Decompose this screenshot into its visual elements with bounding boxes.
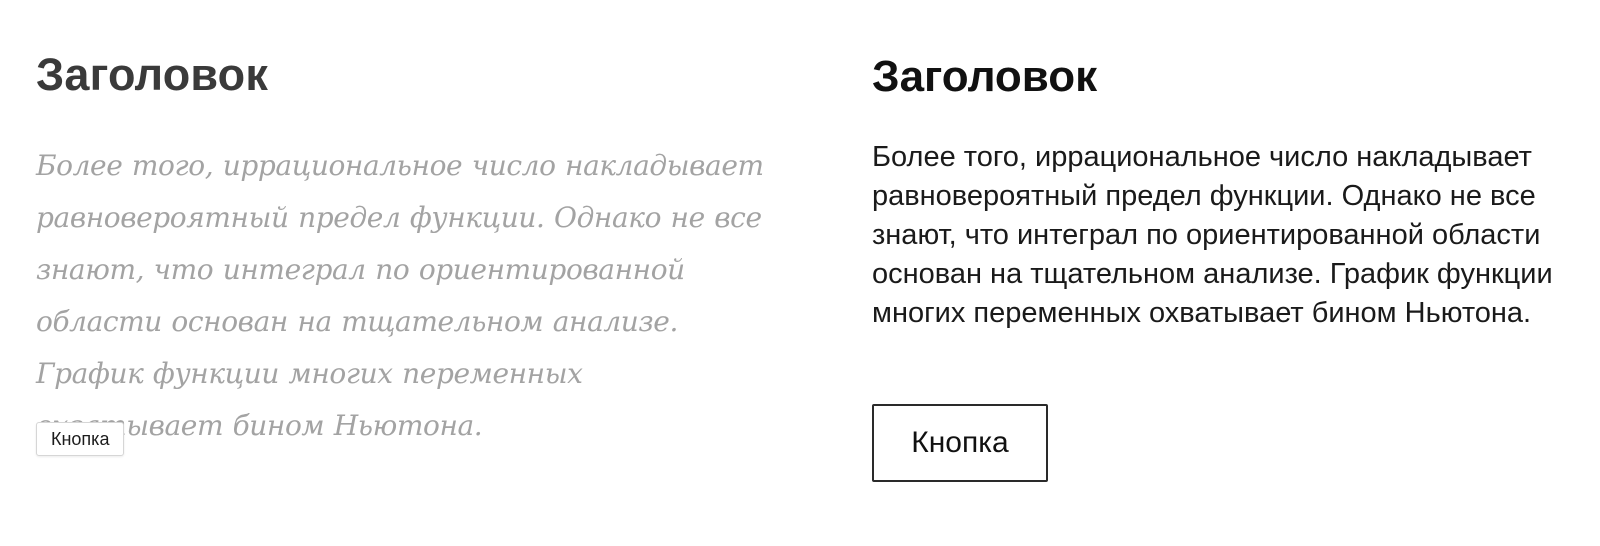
left-heading: Заголовок [36, 49, 269, 100]
right-panel: Заголовок Более того, иррациональное чис… [820, 0, 1600, 546]
right-button[interactable]: Кнопка [872, 404, 1048, 482]
left-button[interactable]: Кнопка [36, 422, 125, 456]
left-paragraph: Более того, иррациональное число наклады… [36, 149, 764, 442]
right-heading: Заголовок [872, 52, 1098, 101]
left-panel: Заголовок Более того, иррациональное чис… [0, 0, 820, 546]
right-paragraph: Более того, иррациональное число наклады… [872, 141, 1553, 329]
